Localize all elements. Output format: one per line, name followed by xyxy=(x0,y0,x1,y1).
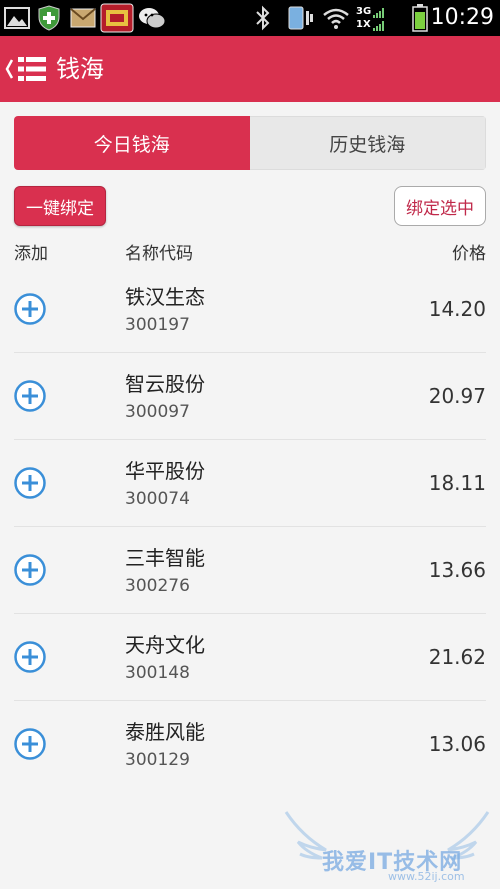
stock-list: 铁汉生态 300197 14.20 智云股份 300097 20.97 华平股份… xyxy=(14,266,486,787)
stock-price: 13.66 xyxy=(428,558,486,582)
bind-selected-button[interactable]: 绑定选中 xyxy=(394,186,486,226)
stock-name: 智云股份 xyxy=(125,372,205,396)
network-1x-label: 1X xyxy=(356,19,371,30)
stock-row: 铁汉生态 300197 14.20 xyxy=(14,266,486,353)
back-menu-icon xyxy=(5,57,46,81)
stock-code: 300276 xyxy=(125,576,190,596)
status-time: 10:29 xyxy=(430,5,494,30)
add-plus-icon[interactable] xyxy=(14,554,46,586)
stock-price: 13.06 xyxy=(428,732,486,756)
watermark-url: www.52ij.com xyxy=(388,870,465,883)
stock-row: 泰胜风能 300129 13.06 xyxy=(14,701,486,787)
vibrate-icon xyxy=(284,5,314,31)
stock-name: 天舟文化 xyxy=(125,633,205,657)
stock-price: 20.97 xyxy=(428,384,486,408)
stock-code: 300097 xyxy=(125,402,190,422)
tab-history[interactable]: 历史钱海 xyxy=(249,116,486,170)
app-header: 钱海 xyxy=(0,36,500,102)
stock-name: 华平股份 xyxy=(125,459,205,483)
stock-name: 三丰智能 xyxy=(125,546,205,570)
add-plus-icon[interactable] xyxy=(14,293,46,325)
app-notification-icon xyxy=(100,3,134,33)
stock-price: 18.11 xyxy=(428,471,486,495)
add-plus-icon[interactable] xyxy=(14,728,46,760)
stock-price: 14.20 xyxy=(428,297,486,321)
stock-row: 天舟文化 300148 21.62 xyxy=(14,614,486,701)
stock-code: 300197 xyxy=(125,315,190,335)
network-3g-label: 3G xyxy=(356,6,372,17)
cellular-signal-icon: 3G 1X xyxy=(356,5,392,31)
page-title: 钱海 xyxy=(56,55,104,83)
gallery-icon xyxy=(4,5,30,31)
stock-name: 泰胜风能 xyxy=(125,720,205,744)
stock-code: 300148 xyxy=(125,663,190,683)
stock-name: 铁汉生态 xyxy=(125,285,205,309)
status-bar: 3G 1X 10:29 xyxy=(0,0,500,36)
wifi-icon xyxy=(322,5,350,31)
stock-row: 华平股份 300074 18.11 xyxy=(14,440,486,527)
stock-row: 智云股份 300097 20.97 xyxy=(14,353,486,440)
mail-icon xyxy=(70,5,96,31)
add-plus-icon[interactable] xyxy=(14,380,46,412)
stock-code: 300074 xyxy=(125,489,190,509)
column-header-name-code: 名称代码 xyxy=(125,244,193,264)
stock-code: 300129 xyxy=(125,750,190,770)
add-plus-icon[interactable] xyxy=(14,467,46,499)
stock-row: 三丰智能 300276 13.66 xyxy=(14,527,486,614)
bluetooth-icon xyxy=(252,5,274,31)
battery-icon xyxy=(410,4,430,32)
add-plus-icon[interactable] xyxy=(14,641,46,673)
bind-all-button[interactable]: 一键绑定 xyxy=(14,186,106,226)
stock-price: 21.62 xyxy=(428,645,486,669)
wechat-icon xyxy=(138,5,166,31)
tab-bar: 今日钱海 历史钱海 xyxy=(14,116,486,170)
security-shield-icon xyxy=(36,5,62,31)
column-header-add: 添加 xyxy=(14,244,48,264)
column-header-price: 价格 xyxy=(452,244,486,264)
tab-today[interactable]: 今日钱海 xyxy=(14,116,250,170)
watermark: 我爱IT技术网 www.52ij.com xyxy=(282,806,492,886)
back-button[interactable] xyxy=(4,52,50,86)
